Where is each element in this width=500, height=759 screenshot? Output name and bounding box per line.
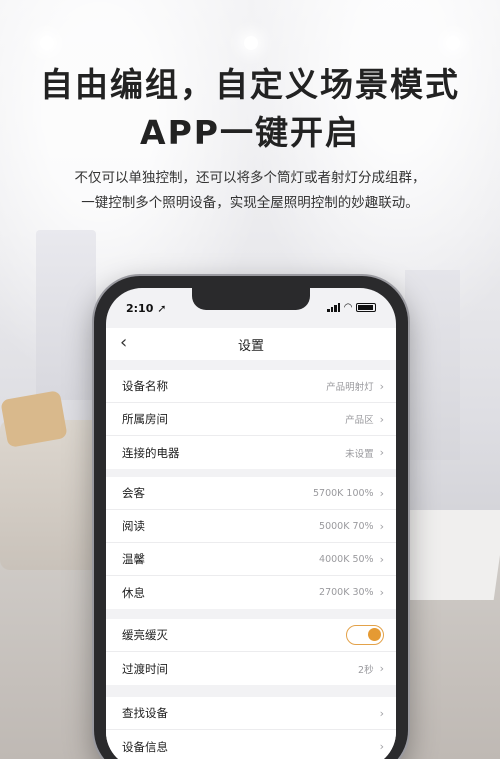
headline-line1: 自由编组，自定义场景模式	[40, 65, 460, 104]
status-time: 2:10 ➚	[126, 302, 167, 315]
row-value: 5700K 100%	[313, 487, 374, 499]
background-table	[393, 510, 500, 600]
row-device-info[interactable]: 设备信息 ›	[106, 730, 396, 759]
row-fade: 缓亮缓灭	[106, 619, 396, 652]
phone-screen: 2:10 ➚ ◠ ‹ 设置 设备名称 产品明射灯 › 所属房间 产品区 › 连接的电…	[106, 288, 396, 759]
row-device-name[interactable]: 设备名称 产品明射灯 ›	[106, 370, 396, 403]
row-value: 2秒	[358, 664, 374, 676]
chevron-right-icon: ›	[379, 412, 384, 426]
ceiling-light	[40, 36, 54, 50]
wifi-icon: ◠	[344, 302, 352, 313]
row-value: 产品明射灯	[326, 382, 374, 393]
row-label: 设备信息	[122, 739, 168, 754]
signal-icon	[327, 303, 341, 312]
fade-group: 缓亮缓灭 过渡时间 2秒 ›	[106, 619, 396, 685]
row-label: 过渡时间	[122, 661, 168, 676]
row-label: 温馨	[122, 552, 145, 566]
background-window	[405, 270, 460, 460]
row-scene-reading[interactable]: 阅读 5000K 70% ›	[106, 510, 396, 543]
row-scene-cozy[interactable]: 温馨 4000K 50% ›	[106, 543, 396, 576]
row-value: 2700K 30%	[319, 587, 374, 598]
row-label: 休息	[122, 585, 145, 600]
row-value: 4000K 50%	[319, 553, 374, 565]
row-find-device[interactable]: 查找设备 ›	[106, 697, 396, 730]
row-connected-appliance[interactable]: 连接的电器 未设置 ›	[106, 436, 396, 469]
ceiling-light	[446, 36, 460, 50]
row-value: 5000K 70%	[319, 520, 374, 532]
subtitle-line2: 一键控制多个照明设备，实现全屋照明控制的妙趣联动。	[81, 195, 419, 211]
row-label: 设备名称	[122, 379, 168, 393]
device-info-group: 设备名称 产品明射灯 › 所属房间 产品区 › 连接的电器 未设置 ›	[106, 370, 396, 469]
chevron-right-icon: ›	[379, 706, 384, 720]
nav-bar: ‹ 设置	[106, 328, 396, 360]
chevron-right-icon: ›	[379, 446, 384, 459]
scene-group: 会客 5700K 100% › 阅读 5000K 70% › 温馨 4000K 50…	[106, 477, 396, 609]
device-tools-group: 查找设备 › 设备信息 ›	[106, 697, 396, 759]
phone-mockup: 2:10 ➚ ◠ ‹ 设置 设备名称 产品明射灯 › 所属房间 产品区 › 连接的电…	[94, 276, 408, 759]
subtitle-line1: 不仅可以单独控制，还可以将多个筒灯或者射灯分成组群，	[74, 170, 426, 186]
toggle-knob	[368, 628, 381, 641]
row-label: 连接的电器	[122, 445, 180, 460]
chevron-right-icon: ›	[379, 519, 384, 533]
ceiling-light	[244, 36, 258, 50]
row-scene-rest[interactable]: 休息 2700K 30% ›	[106, 576, 396, 609]
chevron-right-icon: ›	[379, 740, 384, 753]
row-room[interactable]: 所属房间 产品区 ›	[106, 403, 396, 436]
row-value: 未设置	[345, 448, 374, 460]
headline-line2: APP一键开启	[140, 113, 360, 152]
row-label: 查找设备	[122, 706, 168, 720]
background-cushion	[0, 390, 68, 448]
row-label: 所属房间	[122, 412, 168, 426]
page-title: 设置	[237, 339, 264, 354]
row-scene-reception[interactable]: 会客 5700K 100% ›	[106, 477, 396, 510]
row-label: 缓亮缓灭	[122, 628, 168, 642]
status-bar: 2:10 ➚ ◠	[106, 302, 396, 318]
battery-icon	[356, 303, 376, 312]
chevron-right-icon: ›	[379, 552, 384, 566]
row-value: 产品区	[345, 415, 374, 426]
chevron-right-icon: ›	[379, 486, 384, 500]
row-label: 阅读	[122, 519, 145, 533]
chevron-right-icon: ›	[379, 662, 384, 675]
chevron-right-icon: ›	[379, 379, 384, 393]
row-transition-time[interactable]: 过渡时间 2秒 ›	[106, 652, 396, 685]
chevron-right-icon: ›	[379, 586, 384, 599]
row-label: 会客	[122, 486, 145, 500]
background-window	[36, 230, 96, 400]
fade-toggle[interactable]	[346, 625, 384, 645]
